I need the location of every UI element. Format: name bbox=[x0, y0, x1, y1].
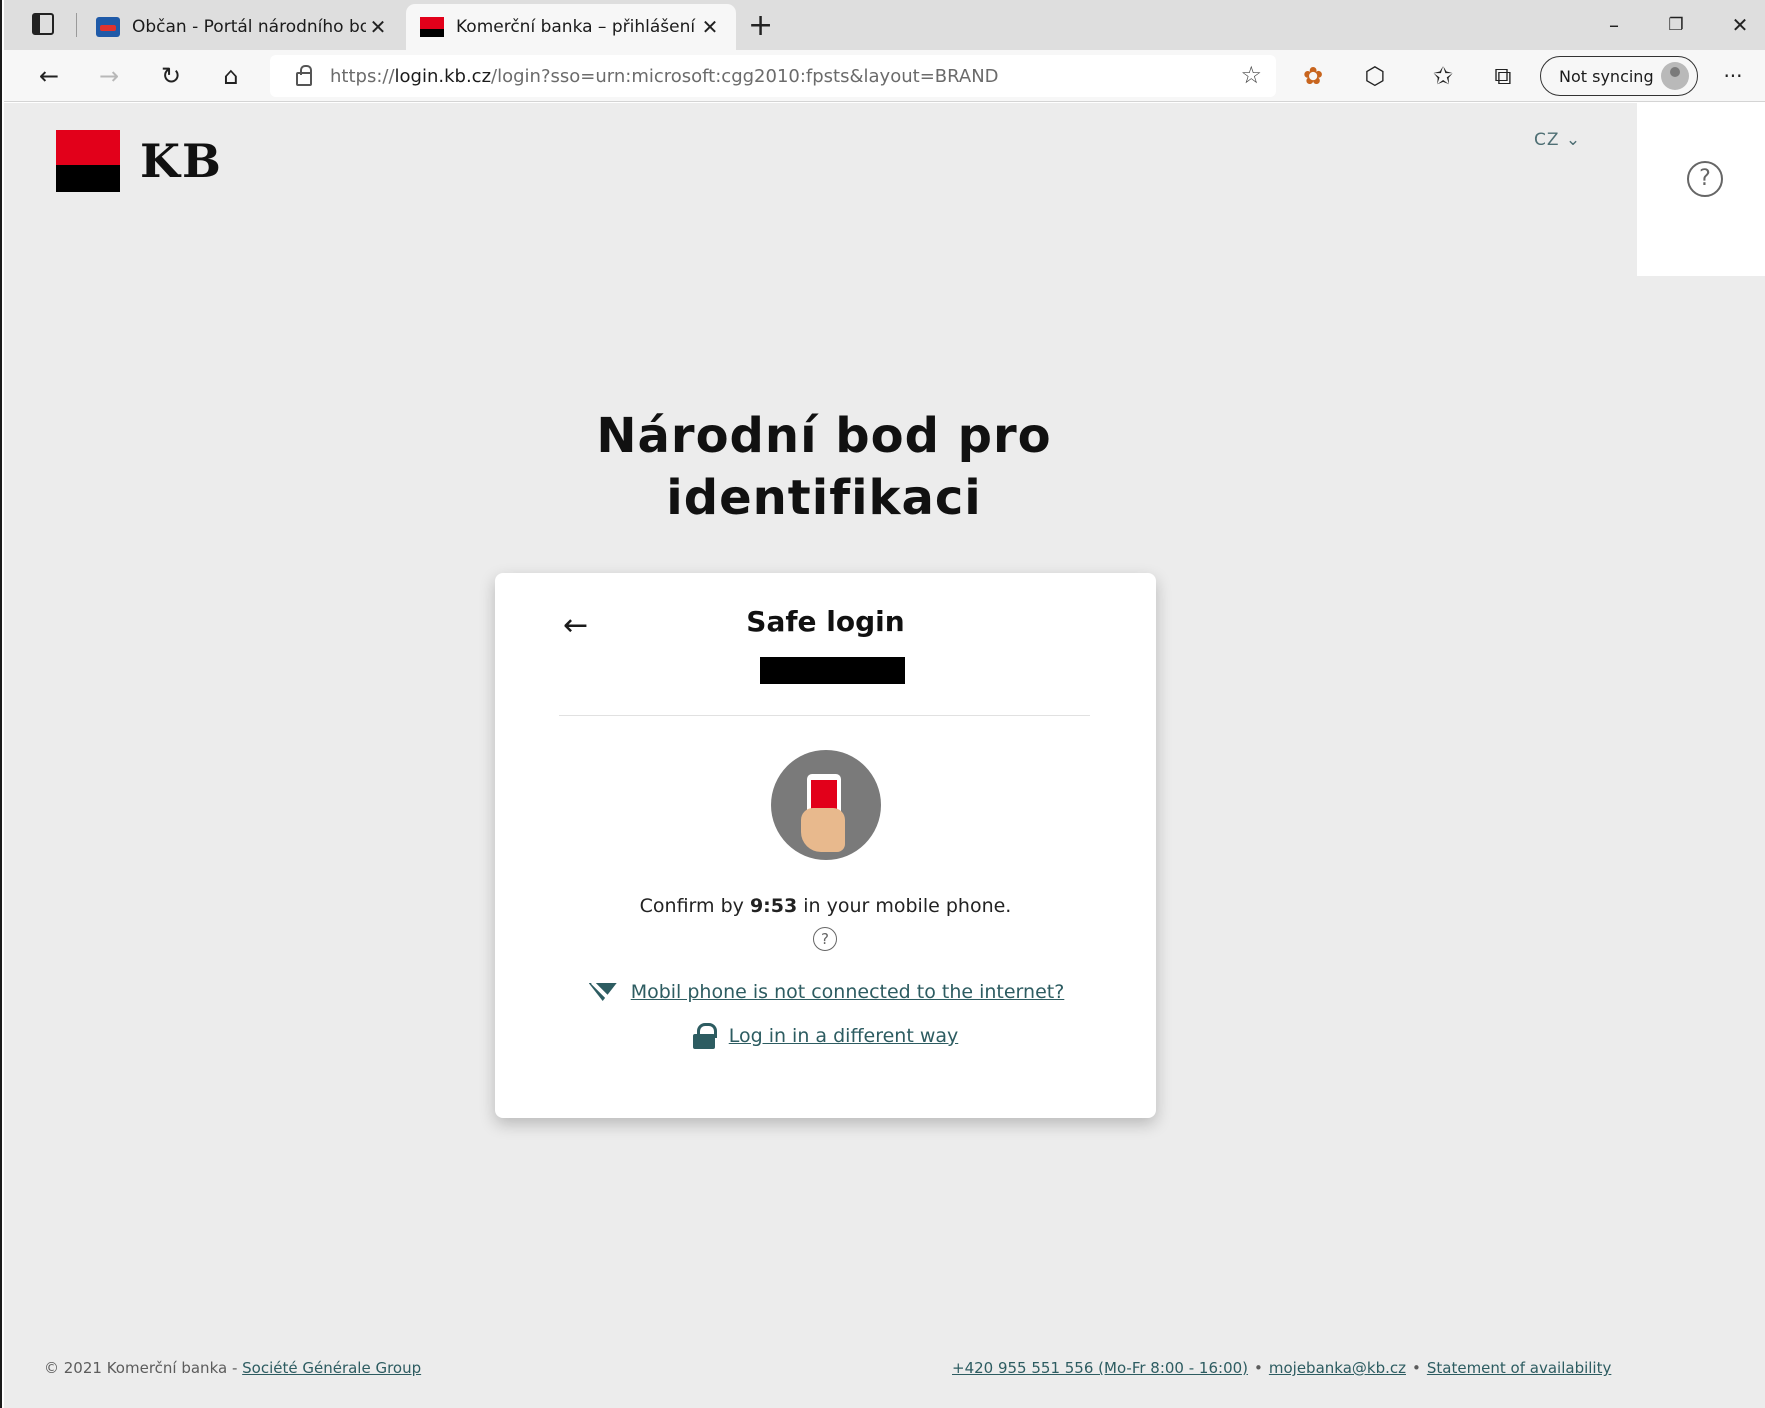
email-link[interactable]: mojebanka@kb.cz bbox=[1269, 1359, 1406, 1377]
sync-label: Not syncing bbox=[1559, 66, 1654, 86]
home-icon[interactable]: ⌂ bbox=[214, 59, 248, 93]
browser-window: Občan - Portál národního bodu ✕ Komerční… bbox=[0, 0, 1765, 1408]
tab-title: Občan - Portál národního bodu bbox=[132, 17, 366, 37]
minimize-icon[interactable]: – bbox=[1594, 8, 1634, 42]
tab-kb-login[interactable]: Komerční banka – přihlášení ✕ bbox=[406, 4, 736, 50]
footer-left: © 2021 Komerční banka - Société Générale… bbox=[44, 1359, 422, 1377]
question-icon[interactable]: ? bbox=[1687, 161, 1723, 197]
kb-favicon-icon bbox=[420, 17, 444, 37]
refresh-icon[interactable]: ↻ bbox=[154, 59, 188, 93]
favorites-icon[interactable]: ✩ bbox=[1426, 59, 1460, 93]
lock-icon[interactable] bbox=[296, 65, 312, 86]
offline-link-row: Mobil phone is not connected to the inte… bbox=[495, 979, 1156, 1005]
page: KB CZ ⌄ ? Národní bod pro identifikaci ←… bbox=[4, 103, 1765, 1408]
padlock-icon bbox=[692, 1023, 717, 1049]
favorite-add-icon[interactable]: ☆ bbox=[1240, 61, 1262, 89]
close-icon[interactable]: ✕ bbox=[698, 15, 722, 39]
login-card: ← Safe login Confirm by 9:53 in your mob… bbox=[495, 573, 1156, 1118]
question-icon[interactable]: ? bbox=[813, 927, 837, 951]
phone-link[interactable]: +420 955 551 556 (Mo-Fr 8:00 - 16:00) bbox=[952, 1359, 1248, 1377]
tab-title: Komerční banka – přihlášení bbox=[456, 17, 696, 37]
countdown-timer: 9:53 bbox=[749, 895, 798, 917]
redacted-username bbox=[760, 657, 905, 684]
forward-icon[interactable]: → bbox=[92, 59, 126, 93]
footer-right: +420 955 551 556 (Mo-Fr 8:00 - 16:00) • mo… bbox=[952, 1359, 1612, 1377]
sidebar-toggle-icon[interactable] bbox=[32, 13, 54, 35]
profile-sync-button[interactable]: Not syncing bbox=[1540, 56, 1698, 96]
group-link[interactable]: Société Générale Group bbox=[242, 1359, 421, 1377]
hand-shape bbox=[801, 808, 845, 852]
more-icon[interactable]: ··· bbox=[1716, 59, 1750, 93]
close-icon[interactable]: ✕ bbox=[366, 15, 390, 39]
puzzle-icon[interactable]: ⬡ bbox=[1358, 59, 1392, 93]
tab-bar: Občan - Portál národního bodu ✕ Komerční… bbox=[4, 0, 1765, 50]
tab-separator bbox=[76, 13, 77, 37]
different-login-link[interactable]: Log in in a different way bbox=[729, 1025, 959, 1047]
tab-portal[interactable]: Občan - Portál národního bodu ✕ bbox=[82, 4, 404, 50]
browser-toolbar: ← → ↻ ⌂ https://login.kb.cz/login?sso=ur… bbox=[4, 50, 1765, 102]
page-title: Národní bod pro identifikaci bbox=[596, 408, 1052, 526]
card-title: Safe login bbox=[746, 605, 905, 638]
restore-icon[interactable]: ❐ bbox=[1656, 8, 1696, 42]
availability-link[interactable]: Statement of availability bbox=[1427, 1359, 1612, 1377]
confirm-text: Confirm by 9:53 in your mobile phone. bbox=[639, 895, 1012, 917]
url-text: https://login.kb.cz/login?sso=urn:micros… bbox=[330, 65, 999, 87]
extension-icon[interactable]: ✿ bbox=[1296, 59, 1330, 93]
back-icon[interactable]: ← bbox=[32, 59, 66, 93]
address-bar[interactable]: https://login.kb.cz/login?sso=urn:micros… bbox=[270, 55, 1276, 97]
no-wifi-icon bbox=[587, 979, 619, 1005]
window-close-icon[interactable]: ✕ bbox=[1720, 8, 1760, 42]
collections-icon[interactable]: ⧉ bbox=[1486, 59, 1520, 93]
help-panel: ? bbox=[1637, 103, 1765, 276]
kb-logo-mark bbox=[56, 130, 120, 192]
kb-logo[interactable]: KB bbox=[56, 130, 223, 192]
phone-offline-link[interactable]: Mobil phone is not connected to the inte… bbox=[631, 981, 1065, 1003]
plus-icon[interactable]: + bbox=[748, 6, 773, 46]
language-selector[interactable]: CZ ⌄ bbox=[1534, 130, 1581, 150]
divider bbox=[559, 715, 1090, 716]
phone-icon bbox=[771, 750, 881, 860]
avatar bbox=[1661, 62, 1689, 90]
other-login-row: Log in in a different way bbox=[495, 1023, 1156, 1049]
kb-logo-text: KB bbox=[140, 134, 223, 188]
portal-favicon-icon bbox=[96, 17, 120, 37]
